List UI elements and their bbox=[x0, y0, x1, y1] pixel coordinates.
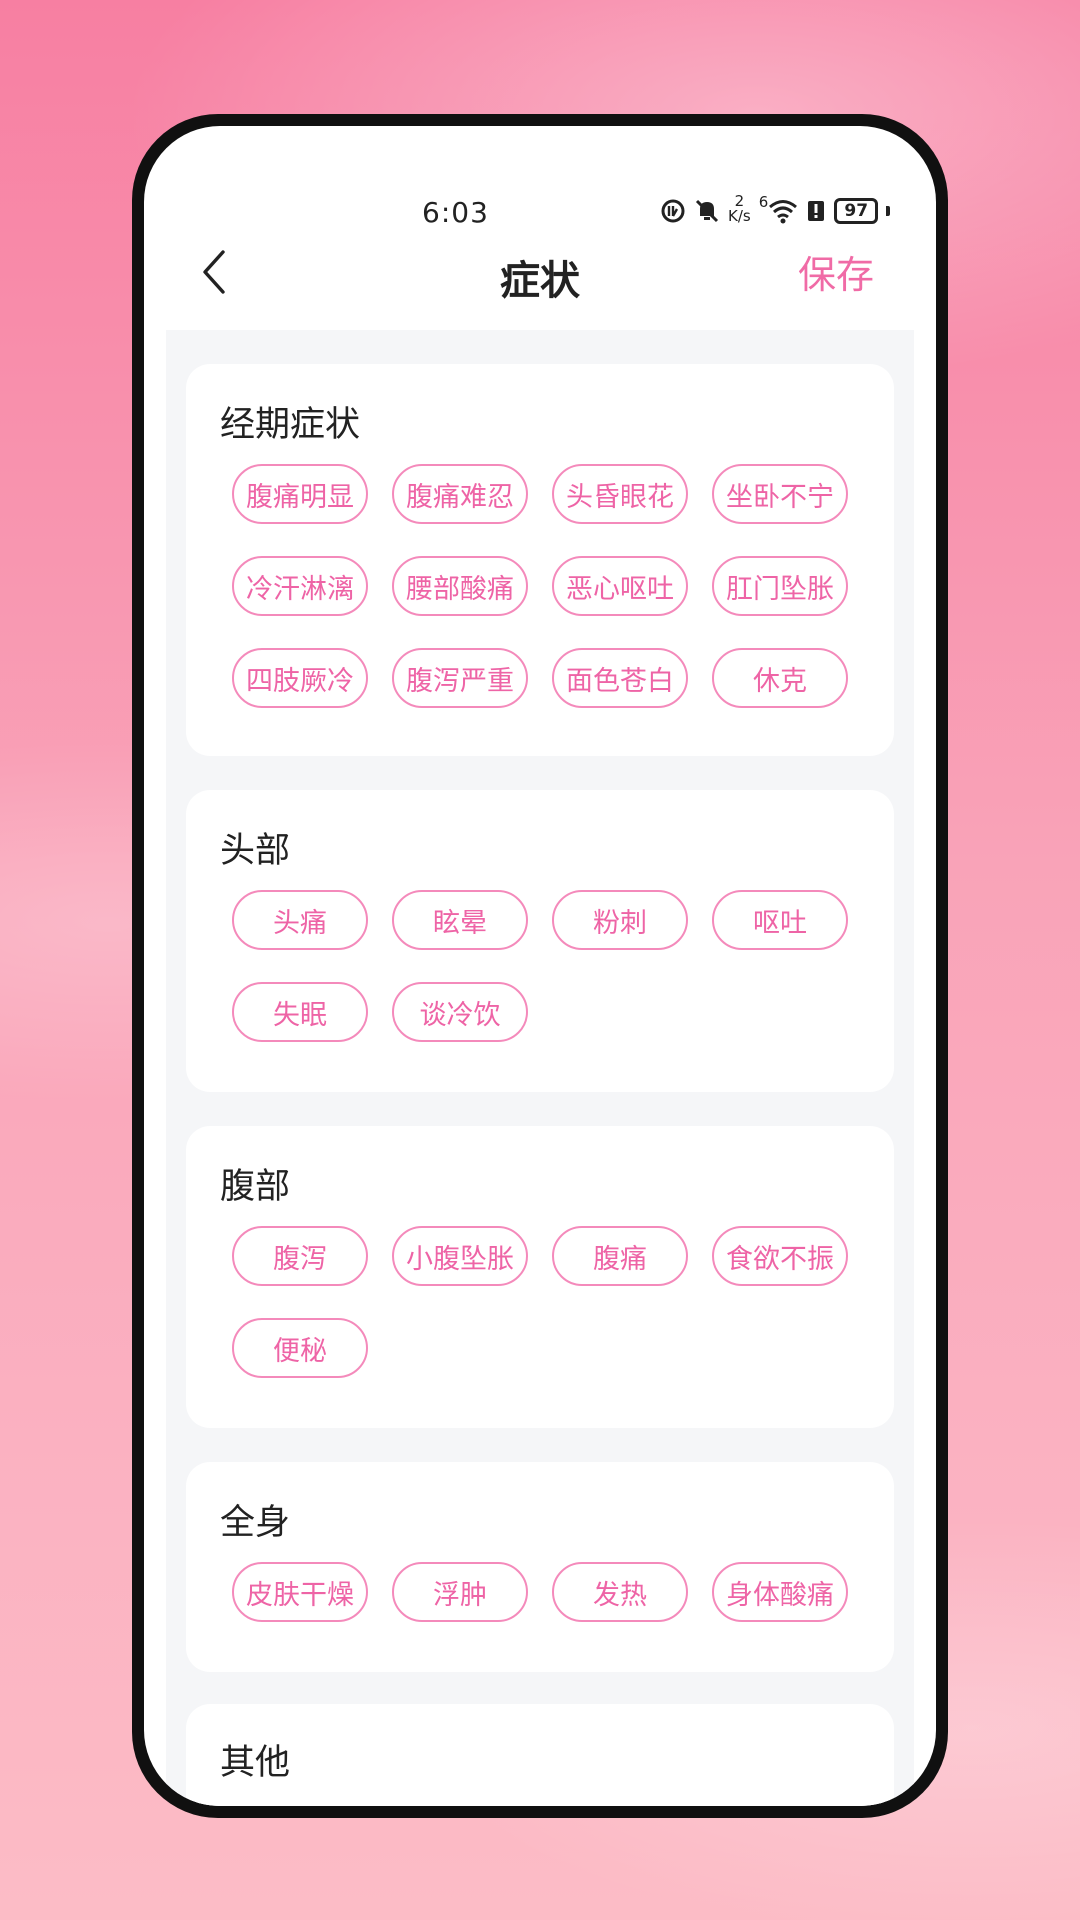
symptom-tag[interactable]: 小腹坠胀 bbox=[392, 1226, 528, 1286]
symptom-tag[interactable]: 腹痛难忍 bbox=[392, 464, 528, 524]
phone-screen: 6:03 2 K/s 6 97 症状 保存 经期症状 腹痛明显 腹痛难忍 头昏眼… bbox=[144, 126, 936, 1806]
section-title: 头部 bbox=[220, 831, 291, 871]
battery-indicator: 97 bbox=[834, 198, 879, 224]
wifi-icon: 6 bbox=[759, 194, 799, 228]
symptom-tag[interactable]: 皮肤干燥 bbox=[232, 1562, 368, 1622]
section-card-other: 其他 bbox=[186, 1704, 894, 1806]
phone-frame: 6:03 2 K/s 6 97 症状 保存 经期症状 腹痛明显 腹痛难忍 头昏眼… bbox=[132, 114, 948, 1818]
symptom-tag[interactable]: 坐卧不宁 bbox=[712, 464, 848, 524]
symptom-tag[interactable]: 谈冷饮 bbox=[392, 982, 528, 1042]
section-card-abdomen: 腹部 腹泻 小腹坠胀 腹痛 食欲不振 便秘 bbox=[186, 1126, 894, 1428]
net-speed-unit: K/s bbox=[728, 207, 751, 225]
save-button[interactable]: 保存 bbox=[798, 244, 874, 299]
symptom-tag[interactable]: 发热 bbox=[552, 1562, 688, 1622]
net-speed-indicator: 2 K/s bbox=[728, 194, 751, 228]
symptom-tag[interactable]: 休克 bbox=[712, 648, 848, 708]
section-title: 其他 bbox=[220, 1743, 291, 1783]
section-title: 全身 bbox=[220, 1503, 291, 1543]
symptom-tag[interactable]: 浮肿 bbox=[392, 1562, 528, 1622]
symptom-tag[interactable]: 肛门坠胀 bbox=[712, 556, 848, 616]
symptom-tag[interactable]: 便秘 bbox=[232, 1318, 368, 1378]
status-icons: 2 K/s 6 97 bbox=[660, 194, 891, 228]
symptom-list[interactable]: 经期症状 腹痛明显 腹痛难忍 头昏眼花 坐卧不宁 冷汗淋漓 腰部酸痛 恶心呕吐 … bbox=[166, 330, 914, 1806]
status-time: 6:03 bbox=[422, 196, 489, 229]
symptom-tag[interactable]: 冷汗淋漓 bbox=[232, 556, 368, 616]
section-title: 腹部 bbox=[220, 1167, 291, 1207]
symptom-tag[interactable]: 腹痛明显 bbox=[232, 464, 368, 524]
symptom-tag[interactable]: 面色苍白 bbox=[552, 648, 688, 708]
sim-alert-icon bbox=[806, 194, 826, 228]
symptom-tag[interactable]: 头昏眼花 bbox=[552, 464, 688, 524]
symptom-tag[interactable]: 粉刺 bbox=[552, 890, 688, 950]
symptom-tag[interactable]: 呕吐 bbox=[712, 890, 848, 950]
symptom-tag[interactable]: 腰部酸痛 bbox=[392, 556, 528, 616]
section-card-menstrual: 经期症状 腹痛明显 腹痛难忍 头昏眼花 坐卧不宁 冷汗淋漓 腰部酸痛 恶心呕吐 … bbox=[186, 364, 894, 756]
wifi-generation: 6 bbox=[758, 193, 769, 211]
symptom-tag[interactable]: 头痛 bbox=[232, 890, 368, 950]
battery-tip bbox=[886, 206, 891, 216]
symptom-tag[interactable]: 身体酸痛 bbox=[712, 1562, 848, 1622]
symptom-tag[interactable]: 四肢厥冷 bbox=[232, 648, 368, 708]
symptom-tag[interactable]: 腹泻严重 bbox=[392, 648, 528, 708]
symptom-tag[interactable]: 腹泻 bbox=[232, 1226, 368, 1286]
symptom-tag[interactable]: 眩晕 bbox=[392, 890, 528, 950]
mute-bell-icon bbox=[694, 194, 720, 228]
symptom-tag[interactable]: 食欲不振 bbox=[712, 1226, 848, 1286]
data-saver-icon bbox=[660, 194, 686, 228]
symptom-tag[interactable]: 恶心呕吐 bbox=[552, 556, 688, 616]
section-card-head: 头部 头痛 眩晕 粉刺 呕吐 失眠 谈冷饮 bbox=[186, 790, 894, 1092]
symptom-tag[interactable]: 腹痛 bbox=[552, 1226, 688, 1286]
symptom-tag[interactable]: 失眠 bbox=[232, 982, 368, 1042]
section-title: 经期症状 bbox=[220, 405, 361, 445]
section-card-whole-body: 全身 皮肤干燥 浮肿 发热 身体酸痛 bbox=[186, 1462, 894, 1672]
